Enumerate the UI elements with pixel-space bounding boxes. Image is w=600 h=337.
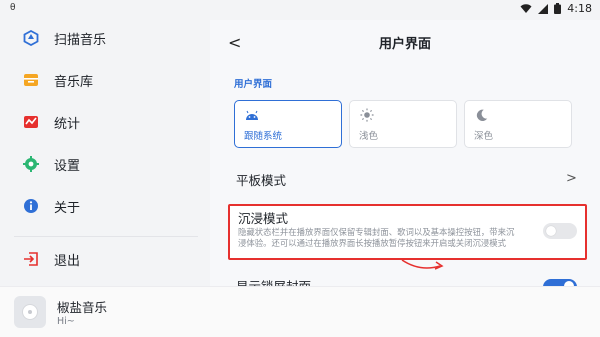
sidebar-item-label: 关于	[54, 200, 81, 216]
sidebar-item-settings[interactable]: 设置	[22, 150, 80, 178]
disc-icon	[22, 304, 38, 320]
sidebar-item-label: 扫描音乐	[54, 32, 107, 48]
theme-option-label: 深色	[474, 131, 494, 142]
exit-icon	[22, 250, 40, 268]
android-icon	[246, 110, 258, 120]
annotation-arrow-icon	[401, 259, 444, 270]
immersive-mode-row[interactable]: 沉浸模式 隐藏状态栏并在播放界面仅保留专辑封面、歌词以及基本操控按钮，带来沉浸体…	[228, 204, 587, 260]
chevron-right-icon[interactable]: >	[566, 171, 577, 186]
immersive-mode-title: 沉浸模式	[238, 211, 289, 226]
sun-icon	[360, 108, 374, 122]
sidebar-item-about[interactable]: 关于	[22, 192, 80, 220]
stats-icon	[22, 113, 40, 131]
tablet-mode-label[interactable]: 平板模式	[236, 170, 286, 189]
settings-gear-icon	[22, 155, 40, 173]
mini-player[interactable]: 椒盐音乐 Hi~	[0, 286, 600, 337]
theme-option-label: 跟随系统	[244, 131, 283, 142]
sidebar-item-scan-music[interactable]: 扫描音乐	[22, 24, 106, 52]
player-subtitle: Hi~	[57, 316, 75, 327]
wifi-icon	[520, 3, 532, 14]
sidebar-item-label: 音乐库	[54, 74, 94, 90]
scan-music-icon	[22, 29, 40, 47]
sidebar-item-library[interactable]: 音乐库	[22, 66, 93, 94]
sidebar-item-exit[interactable]: 退出	[22, 245, 80, 273]
immersive-mode-description: 隐藏状态栏并在播放界面仅保留专辑封面、歌词以及基本操控按钮，带来沉浸体验。还可以…	[238, 227, 515, 248]
album-cover	[14, 296, 46, 328]
theme-option-follow-system[interactable]: 跟随系统	[234, 100, 342, 148]
status-right-group: 4:18	[520, 2, 592, 15]
library-icon	[22, 71, 40, 89]
settings-panel: 用户界面 < 用户界面 跟随系统 浅色 深色 平板模式 > 沉浸模式 隐藏状态栏…	[210, 20, 600, 293]
theme-option-dark[interactable]: 深色	[464, 100, 572, 148]
player-title: 椒盐音乐	[57, 300, 108, 315]
theme-option-light[interactable]: 浅色	[349, 100, 457, 148]
back-button[interactable]: <	[228, 33, 241, 52]
status-time: 4:18	[567, 2, 592, 15]
sidebar-item-label: 退出	[54, 253, 81, 269]
sidebar-item-label: 设置	[54, 158, 81, 174]
theme-option-label: 浅色	[359, 131, 379, 142]
sidebar-item-stats[interactable]: 统计	[22, 108, 80, 136]
page-title: 用户界面	[378, 37, 431, 52]
section-label: 用户界面	[234, 79, 273, 90]
sidebar-divider	[14, 236, 198, 237]
moon-icon	[476, 109, 488, 121]
toggle-knob	[546, 226, 556, 236]
sidebar-item-label: 统计	[54, 116, 81, 132]
immersive-mode-toggle[interactable]	[543, 223, 577, 239]
battery-icon	[554, 3, 562, 14]
info-icon	[22, 197, 40, 215]
cell-signal-icon	[538, 3, 549, 14]
